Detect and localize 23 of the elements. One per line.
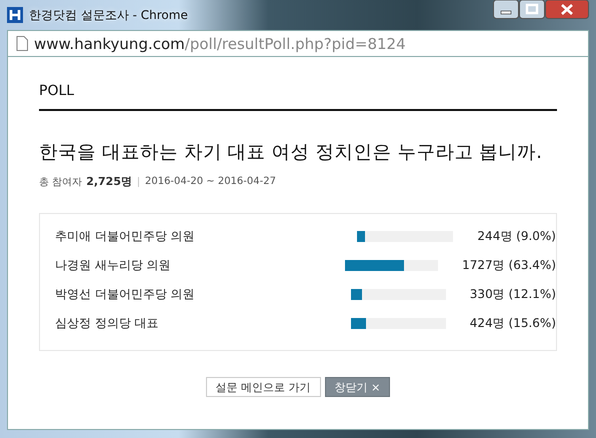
candidate-name: 박영선 더불어민주당 의원 bbox=[55, 286, 196, 303]
window-title: 한경닷컴 설문조사 - Chrome bbox=[29, 6, 188, 24]
address-bar[interactable]: www.hankyung.com/poll/resultPoll.php?pid=8124 bbox=[7, 30, 589, 57]
section-heading: POLL bbox=[39, 57, 557, 111]
url-text: www.hankyung.com/poll/resultPoll.php?pid=8124 bbox=[34, 34, 406, 52]
participant-count: 2,725명 bbox=[86, 174, 132, 189]
minimize-button[interactable] bbox=[493, 0, 519, 19]
page-icon bbox=[16, 36, 28, 51]
close-window-button[interactable]: 창닫기 × bbox=[324, 377, 390, 397]
vote-count: 1727명 (63.4%) bbox=[462, 257, 556, 274]
poll-period: 2016-04-20 ~ 2016-04-27 bbox=[144, 176, 276, 187]
candidate-name: 심상정 정의당 대표 bbox=[55, 315, 160, 332]
participants-label: 총 참여자 bbox=[39, 176, 82, 188]
site-logo-icon bbox=[7, 7, 23, 23]
maximize-button[interactable] bbox=[519, 0, 545, 19]
close-button[interactable] bbox=[545, 0, 589, 19]
candidate-name: 추미애 더불어민주당 의원 bbox=[55, 228, 196, 245]
vote-count: 244명 (9.0%) bbox=[477, 228, 556, 245]
poll-question: 한국을 대표하는 차기 대표 여성 정치인은 누구라고 봅니까. bbox=[39, 141, 544, 164]
vote-count: 330명 (12.1%) bbox=[470, 286, 556, 303]
candidate-name: 나경원 새누리당 의원 bbox=[55, 257, 172, 274]
vote-count: 424명 (15.6%) bbox=[470, 315, 556, 332]
main-page-button[interactable]: 설문 메인으로 가기 bbox=[206, 377, 321, 397]
